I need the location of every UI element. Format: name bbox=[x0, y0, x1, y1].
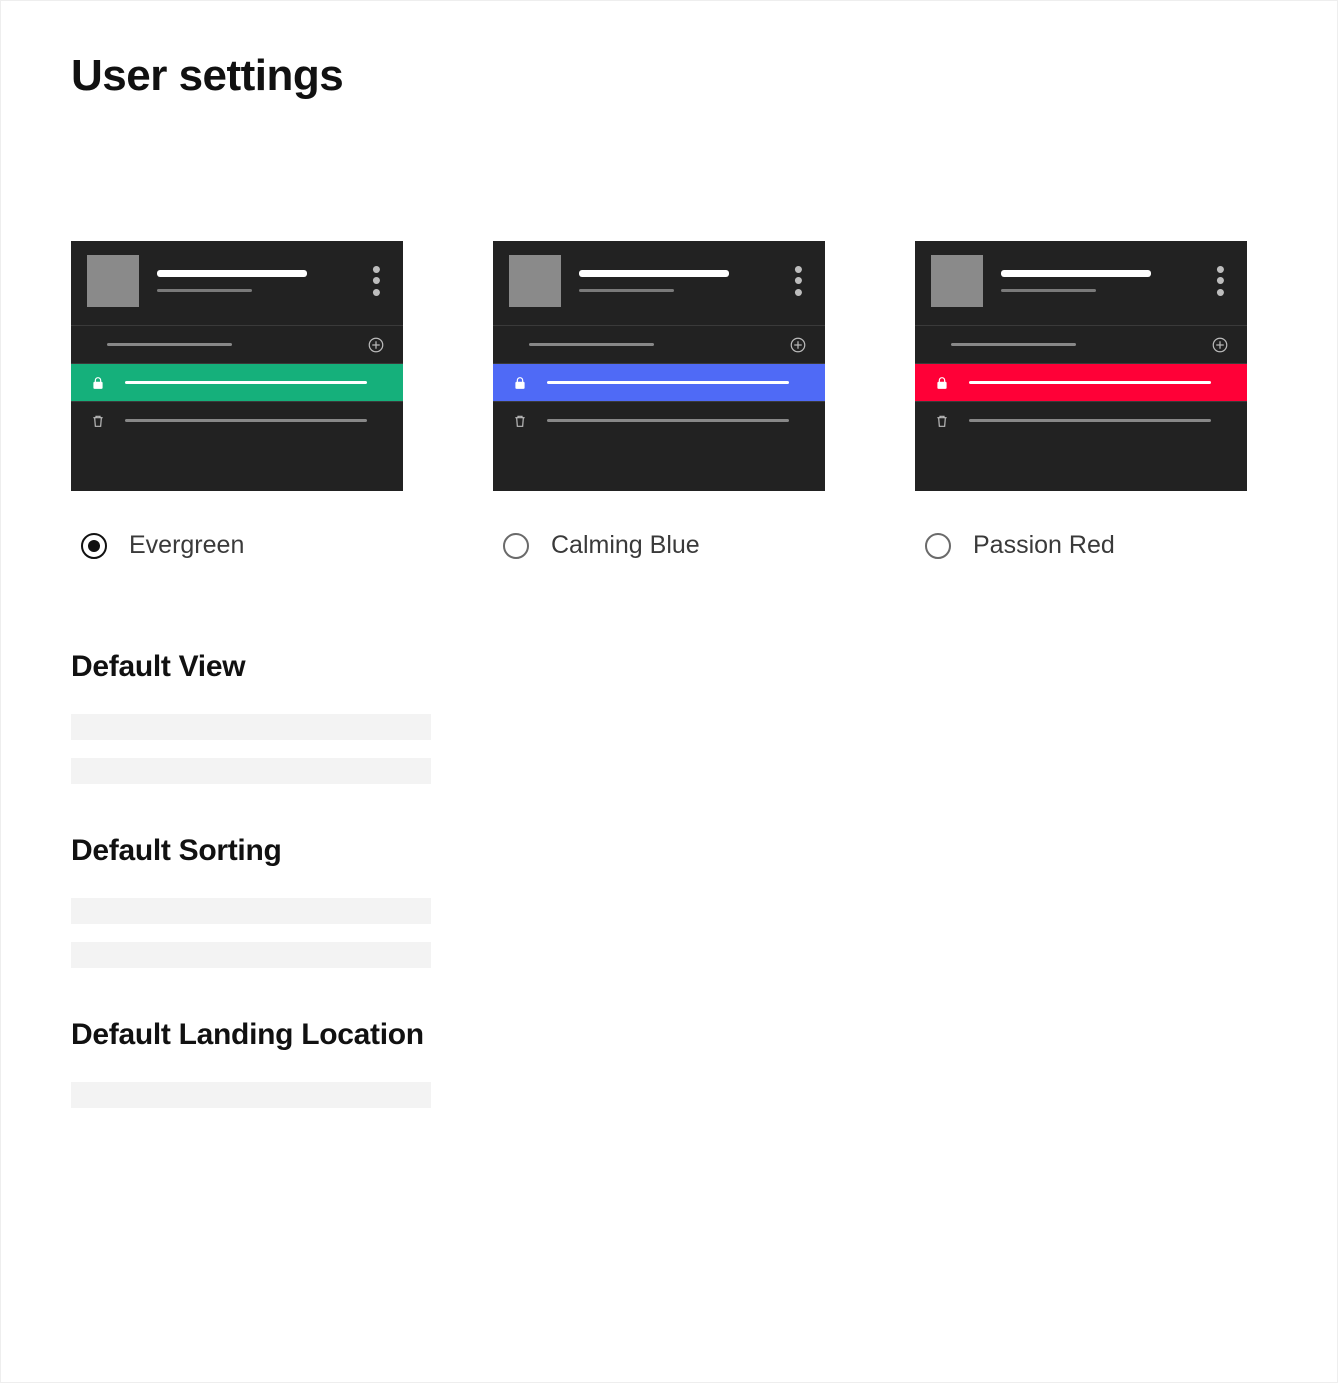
theme-radio-passion-red[interactable]: Passion Red bbox=[915, 531, 1247, 560]
row-line bbox=[125, 419, 367, 422]
preview-row bbox=[493, 325, 825, 363]
radio-icon bbox=[81, 533, 107, 559]
theme-radio-evergreen[interactable]: Evergreen bbox=[71, 531, 403, 560]
theme-radio-calming-blue[interactable]: Calming Blue bbox=[493, 531, 825, 560]
subtitle-line bbox=[579, 289, 674, 292]
theme-preview-passion-red: ••• bbox=[915, 241, 1247, 491]
avatar-placeholder bbox=[87, 255, 139, 307]
header-lines bbox=[157, 270, 364, 292]
page-title: User settings bbox=[71, 51, 1267, 101]
section-title: Default Sorting bbox=[71, 834, 1267, 868]
loading-placeholder bbox=[71, 898, 431, 924]
theme-options-row: ••• bbox=[71, 241, 1267, 560]
row-line bbox=[547, 381, 789, 384]
theme-label: Calming Blue bbox=[551, 531, 700, 560]
preview-row-accent bbox=[915, 363, 1247, 401]
theme-option-passion-red: ••• bbox=[915, 241, 1247, 560]
kebab-menu-icon: ••• bbox=[1216, 265, 1225, 296]
row-line bbox=[969, 381, 1211, 384]
row-line bbox=[547, 419, 789, 422]
preview-header: ••• bbox=[71, 241, 403, 325]
section-title: Default Landing Location bbox=[71, 1018, 1267, 1052]
theme-option-evergreen: ••• bbox=[71, 241, 403, 560]
preview-row bbox=[915, 325, 1247, 363]
preview-row-accent bbox=[493, 363, 825, 401]
preview-header: ••• bbox=[915, 241, 1247, 325]
section-default-landing: Default Landing Location bbox=[71, 1018, 1267, 1108]
preview-row-accent bbox=[71, 363, 403, 401]
title-line bbox=[579, 270, 729, 277]
plus-circle-icon bbox=[367, 336, 385, 354]
theme-option-calming-blue: ••• bbox=[493, 241, 825, 560]
kebab-menu-icon: ••• bbox=[794, 265, 803, 296]
lock-icon bbox=[933, 374, 951, 392]
subtitle-line bbox=[1001, 289, 1096, 292]
preview-header: ••• bbox=[493, 241, 825, 325]
plus-circle-icon bbox=[789, 336, 807, 354]
header-lines bbox=[1001, 270, 1208, 292]
row-line bbox=[107, 343, 232, 346]
lock-icon bbox=[89, 374, 107, 392]
settings-page: User settings ••• bbox=[0, 0, 1338, 1383]
theme-preview-calming-blue: ••• bbox=[493, 241, 825, 491]
preview-row bbox=[71, 325, 403, 363]
section-default-sorting: Default Sorting bbox=[71, 834, 1267, 968]
header-lines bbox=[579, 270, 786, 292]
title-line bbox=[157, 270, 307, 277]
avatar-placeholder bbox=[931, 255, 983, 307]
lock-icon bbox=[511, 374, 529, 392]
theme-label: Passion Red bbox=[973, 531, 1115, 560]
section-title: Default View bbox=[71, 650, 1267, 684]
avatar-placeholder bbox=[509, 255, 561, 307]
preview-row bbox=[493, 401, 825, 439]
title-line bbox=[1001, 270, 1151, 277]
section-default-view: Default View bbox=[71, 650, 1267, 784]
row-line bbox=[951, 343, 1076, 346]
trash-icon bbox=[89, 412, 107, 430]
loading-placeholder bbox=[71, 942, 431, 968]
loading-placeholder bbox=[71, 758, 431, 784]
theme-label: Evergreen bbox=[129, 531, 244, 560]
row-line bbox=[529, 343, 654, 346]
row-line bbox=[969, 419, 1211, 422]
preview-row bbox=[915, 401, 1247, 439]
trash-icon bbox=[933, 412, 951, 430]
theme-preview-evergreen: ••• bbox=[71, 241, 403, 491]
preview-row bbox=[71, 401, 403, 439]
radio-icon bbox=[925, 533, 951, 559]
loading-placeholder bbox=[71, 714, 431, 740]
row-line bbox=[125, 381, 367, 384]
plus-circle-icon bbox=[1211, 336, 1229, 354]
kebab-menu-icon: ••• bbox=[372, 265, 381, 296]
trash-icon bbox=[511, 412, 529, 430]
subtitle-line bbox=[157, 289, 252, 292]
loading-placeholder bbox=[71, 1082, 431, 1108]
radio-icon bbox=[503, 533, 529, 559]
